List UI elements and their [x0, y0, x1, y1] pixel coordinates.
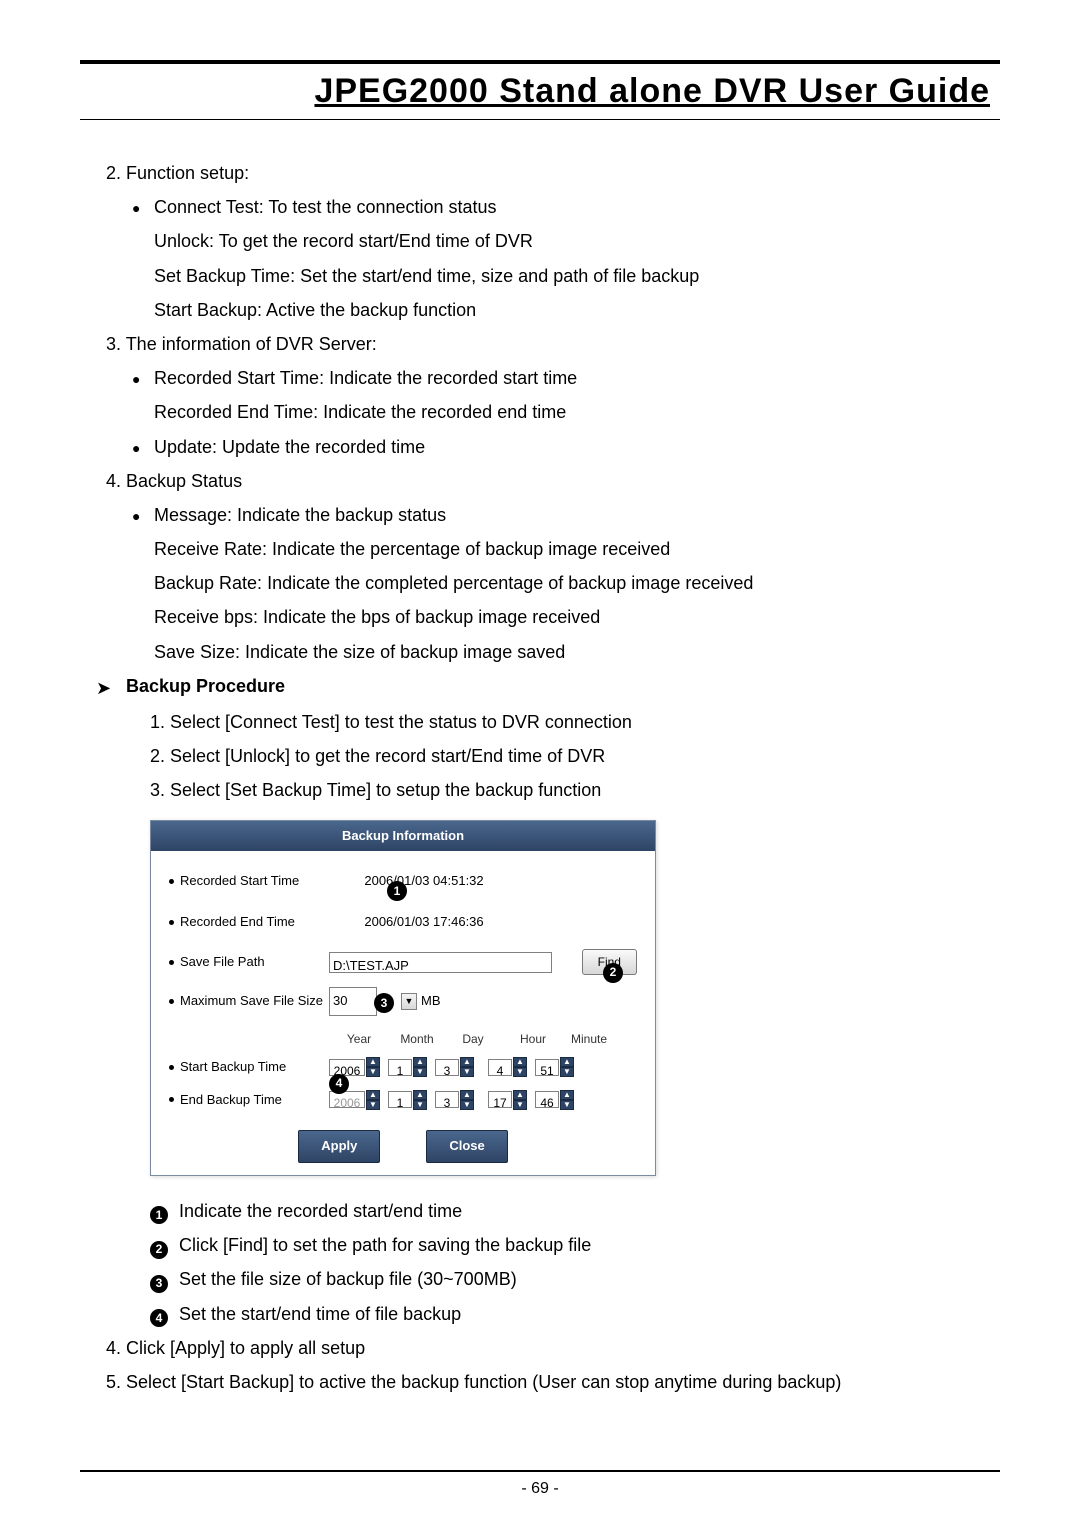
enclosed-number-icon: 4: [150, 1309, 168, 1327]
legend-text: Set the start/end time of file backup: [179, 1304, 461, 1324]
enclosed-number-icon: 2: [150, 1241, 168, 1259]
callout-4-icon: 4: [329, 1074, 349, 1094]
field-start-backup: Start Backup Time 2006▲▼ 1▲▼ 3▲▼ 4▲▼ 51▲…: [169, 1055, 637, 1080]
list-item: 5. Select [Start Backup] to active the b…: [80, 1365, 1000, 1399]
list-item: ● Connect Test: To test the connection s…: [80, 190, 1000, 327]
field-save-path: Save File Path D:\TEST.AJP Find 2: [169, 949, 637, 976]
dialog-footer: Apply Close: [169, 1130, 637, 1163]
month-stepper[interactable]: 1▲▼: [388, 1090, 427, 1110]
col-head-hour: Hour: [505, 1028, 561, 1051]
legend-item: 4 Set the start/end time of file backup: [80, 1297, 1000, 1331]
list-item: 2. Function setup:: [80, 156, 1000, 190]
list-item: 2. Select [Unlock] to get the record sta…: [80, 739, 1000, 773]
day-stepper[interactable]: 3▲▼: [435, 1090, 474, 1110]
list-text: Message: Indicate the backup status: [154, 498, 753, 532]
col-head-day: Day: [445, 1028, 501, 1051]
legend-item: 2 Click [Find] to set the path for savin…: [80, 1228, 1000, 1262]
list-item: 3. Select [Set Backup Time] to setup the…: [80, 773, 1000, 807]
minute-stepper[interactable]: 51▲▼: [535, 1057, 574, 1077]
callout-1-icon: 1: [387, 881, 407, 901]
list-item: 1. Select [Connect Test] to test the sta…: [80, 705, 1000, 739]
list-text: Receive Rate: Indicate the percentage of…: [154, 532, 753, 566]
max-size-input[interactable]: 30: [329, 987, 377, 1016]
close-button[interactable]: Close: [426, 1130, 507, 1163]
dialog-title: Backup Information: [151, 821, 655, 852]
enclosed-number-icon: 3: [150, 1275, 168, 1293]
header-rule: JPEG2000 Stand alone DVR User Guide: [80, 60, 1000, 120]
bullet-icon: ●: [132, 430, 154, 464]
legend-item: 1 Indicate the recorded start/end time: [80, 1194, 1000, 1228]
list-text: Unlock: To get the record start/End time…: [154, 224, 699, 258]
month-stepper[interactable]: 1▲▼: [388, 1057, 427, 1077]
section-heading: ➤ Backup Procedure: [80, 669, 1000, 705]
save-path-input[interactable]: D:\TEST.AJP: [329, 952, 552, 973]
callout-2-icon: 2: [603, 963, 623, 983]
list-text: Recorded Start Time: Indicate the record…: [154, 361, 577, 395]
heading-text: Backup Procedure: [126, 669, 285, 705]
field-label: End Backup Time: [180, 1088, 282, 1113]
legend-text: Set the file size of backup file (30~700…: [179, 1269, 517, 1289]
body-content: 2. Function setup: ● Connect Test: To te…: [80, 156, 1000, 1399]
list-text: Start Backup: Active the backup function: [154, 293, 699, 327]
day-stepper[interactable]: 3▲▼: [435, 1057, 474, 1077]
document-page: JPEG2000 Stand alone DVR User Guide 2. F…: [0, 0, 1080, 1528]
col-head-year: Year: [329, 1028, 389, 1051]
field-label: Recorded Start Time: [180, 869, 299, 894]
col-head-minute: Minute: [561, 1028, 617, 1051]
time-headers: Year Month Day Hour Minute: [329, 1028, 637, 1051]
bullet-icon: ●: [132, 361, 154, 429]
recorded-start-value: 2006/01/03 04:51:32: [329, 867, 519, 896]
col-head-month: Month: [389, 1028, 445, 1051]
list-item: ● Recorded Start Time: Indicate the reco…: [80, 361, 1000, 429]
enclosed-number-icon: 1: [150, 1206, 168, 1224]
field-label: Save File Path: [180, 950, 265, 975]
field-max-size: Maximum Save File Size 30 ▼ MB 3: [169, 987, 637, 1016]
unit-label: MB: [421, 989, 441, 1014]
hour-stepper[interactable]: 17▲▼: [488, 1090, 527, 1110]
dialog-body: Recorded Start Time 2006/01/03 04:51:32 …: [151, 851, 655, 1175]
list-text: Connect Test: To test the connection sta…: [154, 190, 699, 224]
list-item: ● Update: Update the recorded time: [80, 430, 1000, 464]
list-item: 4. Click [Apply] to apply all setup: [80, 1331, 1000, 1365]
bullet-icon: ●: [132, 498, 154, 669]
apply-button[interactable]: Apply: [298, 1130, 380, 1163]
chevron-down-icon[interactable]: ▼: [401, 993, 417, 1010]
arrow-icon: ➤: [96, 669, 126, 705]
legend-text: Indicate the recorded start/end time: [179, 1201, 462, 1221]
page-number: - 69 -: [0, 1480, 1080, 1498]
list-text: Update: Update the recorded time: [154, 430, 425, 464]
field-label: Recorded End Time: [180, 910, 295, 935]
list-text: Receive bps: Indicate the bps of backup …: [154, 600, 753, 634]
list-item: ● Message: Indicate the backup status Re…: [80, 498, 1000, 669]
legend-text: Click [Find] to set the path for saving …: [179, 1235, 591, 1255]
field-end-backup: End Backup Time 2006▲▼ 1▲▼ 3▲▼ 17▲▼ 46▲▼…: [169, 1088, 637, 1113]
footer-rule: [80, 1470, 1000, 1472]
minute-stepper[interactable]: 46▲▼: [535, 1090, 574, 1110]
recorded-end-value: 2006/01/03 17:46:36: [329, 908, 519, 937]
field-recorded-end: Recorded End Time 2006/01/03 17:46:36: [169, 908, 637, 937]
backup-information-dialog: Backup Information Recorded Start Time 2…: [150, 820, 656, 1176]
list-item: 4. Backup Status: [80, 464, 1000, 498]
list-text: Backup Rate: Indicate the completed perc…: [154, 566, 753, 600]
page-title: JPEG2000 Stand alone DVR User Guide: [80, 72, 1000, 115]
list-text: Save Size: Indicate the size of backup i…: [154, 635, 753, 669]
legend-item: 3 Set the file size of backup file (30~7…: [80, 1262, 1000, 1296]
field-label: Start Backup Time: [180, 1055, 286, 1080]
list-text: Recorded End Time: Indicate the recorded…: [154, 395, 577, 429]
hour-stepper[interactable]: 4▲▼: [488, 1057, 527, 1077]
list-text: Set Backup Time: Set the start/end time,…: [154, 259, 699, 293]
field-label: Maximum Save File Size: [180, 989, 323, 1014]
list-item: 3. The information of DVR Server:: [80, 327, 1000, 361]
field-recorded-start: Recorded Start Time 2006/01/03 04:51:32 …: [169, 867, 637, 896]
bullet-icon: ●: [132, 190, 154, 327]
